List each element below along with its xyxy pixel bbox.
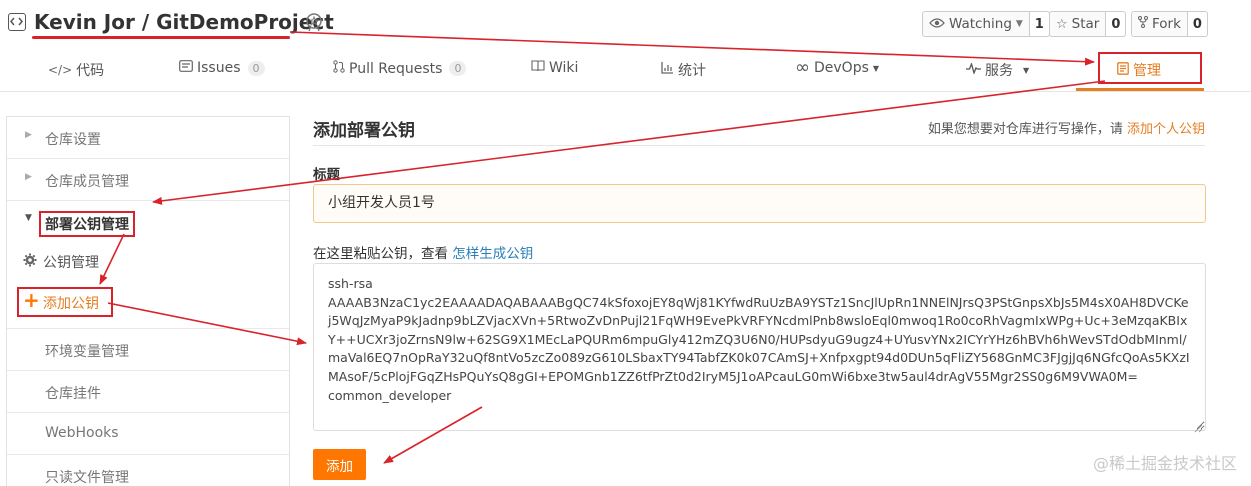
tab-wiki[interactable]: Wiki [531,60,578,76]
public-key-textarea[interactable]: ssh-rsa AAAAB3NzaC1yc2EAAAADAQABAAABgQC7… [313,263,1206,431]
plus-icon: + [23,288,40,312]
star-count[interactable]: 0 [1106,11,1127,37]
star-label: Star [1071,16,1100,32]
resize-handle-icon[interactable] [1193,418,1203,437]
watch-label: Watching [949,16,1012,32]
sidebar-item-key-manage[interactable]: 公钥管理 [7,243,289,285]
tab-devops[interactable]: ∞ DevOps ▼ [795,57,880,78]
issues-count: 0 [247,60,265,76]
pull-request-icon [333,60,345,77]
fork-label: Fork [1152,16,1181,32]
tab-services-label: 服务 [985,63,1013,79]
issues-icon [179,60,193,76]
title-label: 标题 [313,167,340,183]
tab-code-label: 代码 [76,63,105,79]
hint-text: 如果您想要对仓库进行写操作，请 [927,122,1123,137]
tab-stats[interactable]: 统计 [661,60,706,80]
tab-pull-requests-label: Pull Requests [349,60,443,77]
paste-key-text: 在这里粘贴公钥，查看 [313,246,448,262]
tab-pull-requests[interactable]: Pull Requests 0 [333,60,467,77]
page-title: 添加部署公钥 [313,121,415,141]
watermark: @稀土掘金技术社区 [1092,454,1237,473]
sidebar-item-label: 公钥管理 [43,255,99,271]
paste-key-label: 在这里粘贴公钥，查看 怎样生成公钥 [313,242,533,262]
sidebar-item-deploy-keys[interactable]: ▼ 部署公钥管理 [7,201,289,243]
sidebar-item-label: 添加公钥 [43,296,99,312]
watch-count[interactable]: 1 [1029,11,1050,37]
sidebar-item-env-vars[interactable]: 环境变量管理 [7,329,289,371]
code-tab-icon: </> [48,63,73,77]
fork-count[interactable]: 0 [1187,11,1208,37]
sidebar-item-label: 环境变量管理 [45,344,129,360]
sidebar-item-label: 仓库成员管理 [45,174,129,190]
sidebar-item-add-key[interactable]: + 添加公钥 [7,285,289,329]
active-tab-underline [1076,88,1204,91]
fork-group: Fork 0 [1131,11,1208,37]
sidebar-item-readonly-files[interactable]: 只读文件管理 [7,455,289,486]
caret-down-icon: ▼ [1023,65,1030,75]
badge-icon[interactable] [304,12,324,32]
infinity-icon: ∞ [795,57,810,78]
tab-services[interactable]: 服务 ▼ [966,60,1029,80]
chevron-right-icon: ▶ [25,130,32,140]
sidebar-item-repo-settings[interactable]: ▶ 仓库设置 [7,117,289,159]
repo-header: Kevin Jor / GitDemoProject Watching ▼ 1 … [0,0,1251,92]
tab-issues[interactable]: Issues 0 [179,60,265,76]
sidebar-item-webhooks[interactable]: WebHooks [7,413,289,455]
sidebar-item-label: 部署公钥管理 [39,211,135,237]
divider [313,145,1205,146]
how-to-generate-key-link[interactable]: 怎样生成公钥 [452,246,533,262]
pulls-count: 0 [449,61,467,76]
title-input[interactable]: 小组开发人员1号 [313,184,1206,223]
repo-title[interactable]: Kevin Jor / GitDemoProject [34,10,334,34]
caret-down-icon: ▼ [872,63,880,73]
settings-sidebar: ▶ 仓库设置 ▶ 仓库成员管理 ▼ 部署公钥管理 公钥管理 + 添加公钥 环境变… [6,116,290,486]
watch-button[interactable]: Watching ▼ [922,11,1030,37]
pulse-icon [966,61,981,78]
sidebar-item-widgets[interactable]: 仓库挂件 [7,371,289,413]
watch-group: Watching ▼ 1 [922,11,1050,37]
chevron-down-icon: ▼ [1015,19,1023,29]
fork-button[interactable]: Fork [1131,11,1188,37]
tab-devops-label: DevOps [814,60,869,76]
fork-icon [1138,16,1148,32]
sidebar-item-label: 仓库设置 [45,132,101,148]
sidebar-item-label: 仓库挂件 [45,386,101,402]
tab-stats-label: 统计 [678,63,706,79]
bar-chart-icon [661,62,674,78]
star-icon: ☆ [1056,16,1068,32]
add-personal-key-link[interactable]: 添加个人公钥 [1127,122,1205,137]
book-icon [531,60,545,76]
eye-icon [929,16,945,32]
add-button[interactable]: 添加 [313,449,366,480]
code-icon [8,13,26,31]
tab-wiki-label: Wiki [549,60,579,76]
star-group: ☆ Star 0 [1049,11,1127,37]
sidebar-item-label: WebHooks [45,425,119,441]
repo-nav: </> 代码 Issues 0 Pull Requests 0 Wiki 统计 … [0,50,1251,92]
annotation-underline-title [32,36,290,39]
star-button[interactable]: ☆ Star [1049,11,1107,37]
tab-code[interactable]: </> 代码 [48,60,104,80]
chevron-down-icon: ▼ [25,213,32,223]
gear-icon [23,253,37,271]
tab-issues-label: Issues [197,60,241,76]
sidebar-item-members[interactable]: ▶ 仓库成员管理 [7,159,289,201]
chevron-right-icon: ▶ [25,172,32,182]
sidebar-item-label: 只读文件管理 [45,470,129,486]
personal-key-hint: 如果您想要对仓库进行写操作，请 添加个人公钥 [928,118,1205,137]
annotation-box-manage [1098,52,1202,84]
